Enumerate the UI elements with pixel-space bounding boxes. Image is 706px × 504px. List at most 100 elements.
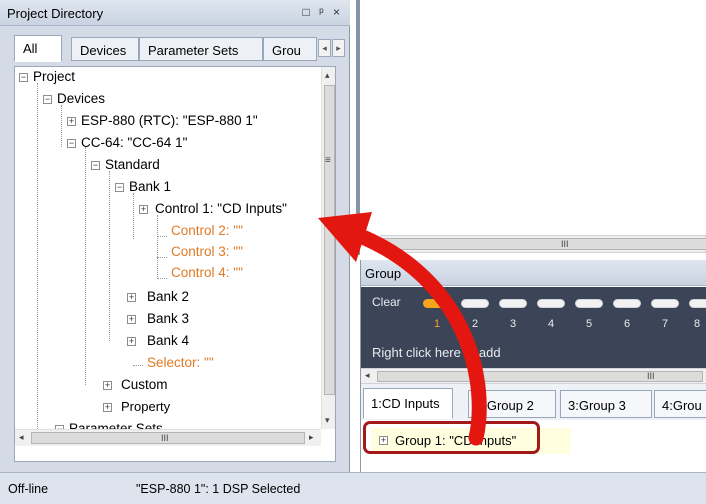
expand-icon[interactable]: + bbox=[103, 381, 112, 390]
tree-item-control-2[interactable]: Control 2: "" bbox=[171, 221, 243, 241]
workspace-horizontal-scrollbar[interactable]: III bbox=[380, 235, 706, 253]
group-button-4[interactable] bbox=[537, 299, 565, 308]
tab-group-3[interactable]: 3:Group 3 bbox=[560, 390, 652, 418]
tree-horizontal-scrollbar[interactable]: ◂ III ▸ bbox=[15, 429, 321, 446]
tree-item-cc64[interactable]: − CC-64: "CC-64 1" bbox=[67, 133, 187, 153]
tree-line bbox=[157, 236, 167, 237]
tree-line bbox=[133, 365, 143, 366]
expand-icon[interactable]: + bbox=[127, 337, 136, 346]
scroll-left-icon[interactable]: ◂ bbox=[365, 370, 370, 381]
scroll-up-icon[interactable]: ▴ bbox=[325, 70, 330, 81]
collapse-icon[interactable]: − bbox=[67, 139, 76, 148]
tree-label: Bank 3 bbox=[147, 311, 190, 326]
close-icon[interactable]: × bbox=[333, 5, 343, 19]
tab-scroll-right-icon[interactable]: ▸ bbox=[332, 39, 345, 57]
collapse-icon[interactable]: − bbox=[115, 183, 124, 192]
tree-item-control-3[interactable]: Control 3: "" bbox=[171, 242, 243, 262]
group-button-7[interactable] bbox=[651, 299, 679, 308]
group-selector-area: Clear 1 2 3 4 5 6 7 8 Right click here t… bbox=[361, 287, 706, 369]
group-number: 2 bbox=[471, 318, 479, 330]
grip-icon: III bbox=[561, 239, 569, 249]
group-button-2[interactable] bbox=[461, 299, 489, 308]
expand-icon[interactable]: + bbox=[67, 117, 76, 126]
tree-label: Control 1: "CD Inputs" bbox=[155, 201, 287, 216]
tab-groups[interactable]: Grou bbox=[263, 37, 317, 61]
grip-icon: III bbox=[161, 433, 169, 443]
tree-label: CC-64: "CC-64 1" bbox=[81, 135, 188, 150]
group-button-6[interactable] bbox=[613, 299, 641, 308]
tree-item-control-4[interactable]: Control 4: "" bbox=[171, 263, 243, 283]
tree-item-bank-1[interactable]: − Bank 1 bbox=[115, 177, 171, 197]
tab-parameter-sets[interactable]: Parameter Sets bbox=[139, 37, 263, 61]
group-number: 6 bbox=[623, 318, 631, 330]
tree-label: Control 4: "" bbox=[171, 265, 243, 280]
tree-item-devices[interactable]: − Devices bbox=[43, 89, 105, 109]
group-panel-title: Group bbox=[365, 266, 402, 281]
splitter[interactable] bbox=[356, 0, 360, 255]
tab-scroll-left-icon[interactable]: ◂ bbox=[318, 39, 331, 57]
group-panel-header: Group bbox=[361, 260, 706, 286]
group-horizontal-scrollbar[interactable]: ◂ III bbox=[361, 368, 706, 384]
scroll-right-icon[interactable]: ▸ bbox=[309, 432, 314, 443]
tree-label: Custom bbox=[121, 377, 168, 392]
directory-tabs: All Devices Parameter Sets Grou ◂ ▸ bbox=[0, 26, 350, 68]
grip-icon: III bbox=[647, 371, 655, 381]
tree-item-project[interactable]: − Project bbox=[19, 67, 75, 87]
scroll-down-icon[interactable]: ▾ bbox=[325, 415, 330, 426]
panel-title: Project Directory bbox=[7, 6, 104, 21]
group-number: 3 bbox=[509, 318, 517, 330]
expand-icon[interactable]: + bbox=[127, 315, 136, 324]
tree-label: Control 3: "" bbox=[171, 244, 243, 259]
tree-item-property[interactable]: + Property bbox=[103, 397, 170, 417]
tree-item-bank-4[interactable]: + Bank 4 bbox=[127, 331, 189, 351]
group-number: 5 bbox=[585, 318, 593, 330]
scroll-left-icon[interactable]: ◂ bbox=[19, 432, 24, 443]
tab-devices[interactable]: Devices bbox=[71, 37, 139, 61]
tree-item-bank-3[interactable]: + Bank 3 bbox=[127, 309, 189, 329]
collapse-icon[interactable]: − bbox=[91, 161, 100, 170]
tree-line bbox=[85, 147, 86, 385]
project-directory-panel: Project Directory □ ᵖ × All Devices Para… bbox=[0, 0, 350, 472]
group-button-8[interactable] bbox=[689, 299, 706, 308]
status-bar: Off-line "ESP-880 1": 1 DSP Selected bbox=[0, 472, 706, 504]
expand-icon[interactable]: + bbox=[103, 403, 112, 412]
collapse-icon[interactable]: − bbox=[19, 73, 28, 82]
tree-label: Bank 2 bbox=[147, 289, 190, 304]
group-button-5[interactable] bbox=[575, 299, 603, 308]
clear-button[interactable]: Clear bbox=[372, 295, 401, 309]
tree-item-standard[interactable]: − Standard bbox=[91, 155, 160, 175]
group-number: 1 bbox=[433, 318, 441, 330]
tab-all[interactable]: All bbox=[14, 35, 62, 62]
tree-vertical-scrollbar[interactable]: ▴ ≡ ▾ bbox=[321, 67, 335, 429]
tree-item-esp880[interactable]: + ESP-880 (RTC): "ESP-880 1" bbox=[67, 111, 258, 131]
collapse-icon[interactable]: − bbox=[43, 95, 52, 104]
group-button-1[interactable] bbox=[423, 299, 451, 308]
tree-label: Property bbox=[121, 399, 171, 414]
tree-line bbox=[157, 215, 158, 277]
tab-group-4[interactable]: 4:Grou bbox=[654, 390, 706, 418]
highlight-box bbox=[363, 421, 540, 454]
tree-line bbox=[61, 105, 62, 147]
tree-item-bank-2[interactable]: + Bank 2 bbox=[127, 287, 189, 307]
panel-controls: □ ᵖ × bbox=[303, 5, 344, 19]
tree-item-selector[interactable]: Selector: "" bbox=[147, 353, 214, 373]
tree-label: Standard bbox=[105, 157, 160, 172]
float-icon[interactable]: □ bbox=[303, 5, 313, 19]
scroll-thumb[interactable] bbox=[381, 238, 706, 250]
connection-status: Off-line bbox=[8, 482, 49, 496]
group-button-3[interactable] bbox=[499, 299, 527, 308]
tree-item-control-1[interactable]: + Control 1: "CD Inputs" bbox=[139, 199, 287, 219]
group-tabs: 1:CD Inputs 2:Group 2 3:Group 3 4:Grou bbox=[361, 384, 706, 420]
tab-group-2[interactable]: 2:Group 2 bbox=[468, 390, 556, 418]
tree-line bbox=[157, 257, 167, 258]
panel-header: Project Directory □ ᵖ × bbox=[0, 0, 350, 26]
project-tree: − Project − Devices + ESP-880 (RTC): "ES… bbox=[14, 66, 336, 462]
scroll-thumb[interactable] bbox=[324, 85, 335, 395]
tree-item-custom[interactable]: + Custom bbox=[103, 375, 168, 395]
tree-label: Selector: "" bbox=[147, 355, 214, 370]
expand-icon[interactable]: + bbox=[127, 293, 136, 302]
expand-icon[interactable]: + bbox=[139, 205, 148, 214]
tab-group-1[interactable]: 1:CD Inputs bbox=[363, 388, 453, 419]
group-number: 7 bbox=[661, 318, 669, 330]
pin-icon[interactable]: ᵖ bbox=[319, 5, 327, 19]
